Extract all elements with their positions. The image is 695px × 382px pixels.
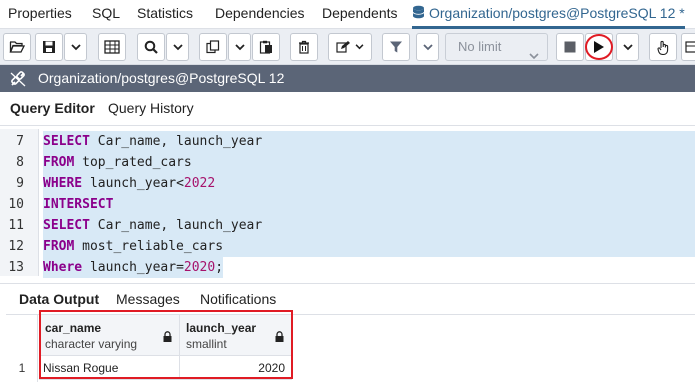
tab-query-editor[interactable]: Query Editor — [10, 100, 95, 116]
connection-bar: Organization/postgres@PostgreSQL 12 — [0, 65, 695, 92]
editor-line[interactable]: 13 Where launch_year=2020; — [0, 257, 695, 278]
chevron-down-icon — [355, 44, 364, 50]
tab-dependents[interactable]: Dependents — [322, 0, 398, 29]
code-text: Where launch_year=2020; — [43, 257, 224, 278]
execute-dropdown-button[interactable] — [616, 33, 639, 61]
editor-line[interactable]: 8 FROM top_rated_cars — [0, 152, 695, 173]
sql-editor[interactable]: 7 SELECT Car_name, launch_year 8 FROM top_r… — [0, 129, 695, 278]
chevron-down-icon — [234, 38, 245, 56]
copy-icon — [206, 40, 220, 54]
row-index: 1 — [18, 361, 26, 375]
editor-line[interactable]: 9 WHERE launch_year<2022 — [0, 173, 695, 194]
stop-button[interactable] — [556, 33, 584, 61]
line-number: 10 — [8, 197, 24, 212]
copy-dropdown-button[interactable] — [228, 33, 251, 61]
save-icon — [42, 40, 56, 54]
edit-button[interactable] — [328, 33, 372, 61]
delete-button[interactable] — [290, 33, 318, 61]
tab-query-history[interactable]: Query History — [108, 100, 194, 116]
filter-dropdown-button[interactable] — [416, 33, 439, 61]
paste-icon — [259, 40, 273, 54]
chevron-down-icon — [422, 38, 433, 56]
connection-label[interactable]: Organization/postgres@PostgreSQL 12 — [38, 65, 284, 92]
tab-sql[interactable]: SQL — [92, 0, 120, 29]
macros-button[interactable] — [649, 33, 677, 61]
line-number: 13 — [8, 260, 24, 275]
query-tabs: Query Editor Query History — [0, 92, 695, 126]
editor-line[interactable]: 11 SELECT Car_name, launch_year — [0, 215, 695, 236]
row-limit-value: No limit — [458, 39, 502, 54]
hand-icon — [656, 40, 670, 55]
code-text: FROM top_rated_cars — [43, 152, 695, 173]
editor-line[interactable]: 10 INTERSECT — [0, 194, 695, 215]
execute-annotation-circle — [585, 34, 613, 60]
chevron-down-icon — [622, 38, 633, 56]
tab-notifications[interactable]: Notifications — [200, 291, 276, 307]
paste-button[interactable] — [252, 33, 280, 61]
save-dropdown-button[interactable] — [64, 33, 87, 61]
save-button[interactable] — [35, 33, 63, 61]
tab-properties[interactable]: Properties — [8, 0, 72, 29]
editor-line[interactable]: 7 SELECT Car_name, launch_year — [0, 131, 695, 152]
grid-icon — [104, 40, 120, 54]
tab-data-output[interactable]: Data Output — [19, 291, 99, 307]
code-text: SELECT Car_name, launch_year — [43, 131, 695, 152]
find-dropdown-button[interactable] — [166, 33, 189, 61]
tab-dependencies[interactable]: Dependencies — [215, 0, 305, 29]
filter-icon — [389, 40, 403, 54]
code-text: FROM most_reliable_cars — [43, 236, 695, 257]
line-number: 9 — [16, 176, 24, 191]
edit-icon — [336, 40, 352, 54]
database-icon — [412, 1, 425, 28]
code-text: SELECT Car_name, launch_year — [43, 215, 695, 236]
line-number: 11 — [8, 218, 24, 233]
code-text: WHERE launch_year<2022 — [43, 173, 695, 194]
line-number: 7 — [16, 134, 24, 149]
tab-query-tool[interactable]: Organization/postgres@PostgreSQL 12 * — [412, 0, 685, 29]
code-text: INTERSECT — [43, 194, 695, 215]
find-button[interactable] — [137, 33, 165, 61]
row-limit-select[interactable]: No limit — [445, 33, 548, 61]
open-file-button[interactable] — [3, 33, 31, 61]
search-icon — [144, 40, 158, 54]
result-annotation-box — [39, 310, 293, 379]
more-button[interactable] — [681, 33, 695, 61]
line-number: 12 — [8, 239, 24, 254]
tab-statistics[interactable]: Statistics — [137, 0, 193, 29]
chevron-down-icon — [70, 38, 81, 56]
editor-line[interactable]: 12 FROM most_reliable_cars — [0, 236, 695, 257]
grid-button[interactable] — [98, 33, 126, 61]
copy-button[interactable] — [199, 33, 227, 61]
tab-messages[interactable]: Messages — [116, 291, 180, 307]
filter-button[interactable] — [382, 33, 410, 61]
line-number: 8 — [16, 155, 24, 170]
tab-query-tool-label: Organization/postgres@PostgreSQL 12 * — [429, 5, 685, 21]
stop-icon — [564, 41, 576, 53]
chevron-down-icon — [172, 38, 183, 56]
panel-tab-bar: Properties SQL Statistics Dependencies D… — [0, 0, 695, 29]
folder-open-icon — [9, 40, 25, 54]
trash-icon — [298, 40, 310, 54]
grid-icon — [685, 41, 695, 53]
